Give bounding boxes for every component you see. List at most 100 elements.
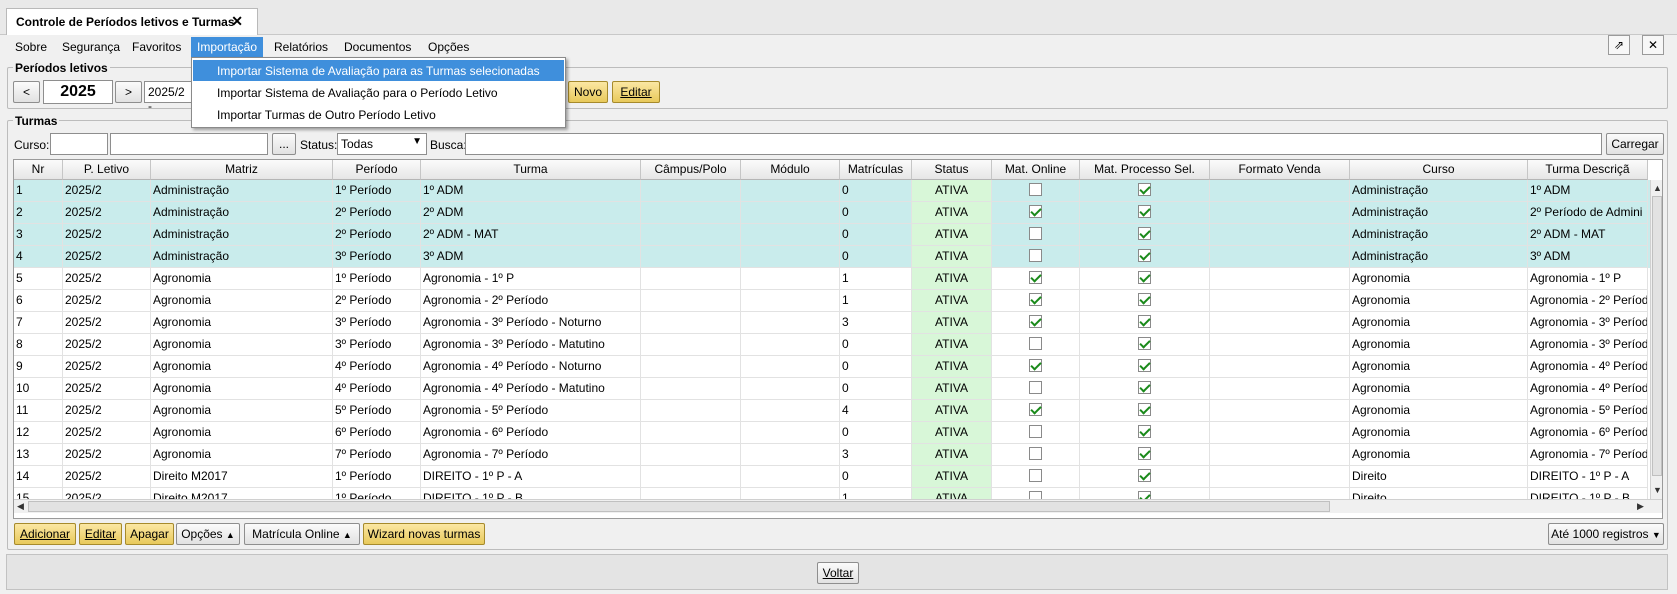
table-row[interactable]: 2 2025/2 Administração 2º Período 2º ADM 0 ATI… [14, 202, 1650, 224]
checkbox-online[interactable] [1029, 359, 1042, 373]
curso-name-input[interactable] [110, 133, 268, 155]
cell-online[interactable] [992, 422, 1080, 444]
vertical-scroll-thumb[interactable] [1652, 196, 1662, 476]
cell-online[interactable] [992, 378, 1080, 400]
checkbox-online[interactable] [1029, 315, 1042, 329]
checkbox-online[interactable] [1029, 271, 1042, 285]
checkbox-online[interactable] [1029, 205, 1042, 219]
cell-processo[interactable] [1080, 202, 1210, 224]
scroll-left-icon[interactable]: ◀ [17, 501, 24, 512]
menu-favoritos[interactable]: Favoritos [126, 37, 187, 57]
menu-sobre[interactable]: Sobre [9, 37, 53, 57]
column-header-periodo[interactable]: Período [333, 160, 421, 180]
checkbox-processo[interactable] [1138, 315, 1151, 329]
tab-controle-periodos[interactable]: Controle de Períodos letivos e Turmas ✕ [6, 8, 258, 35]
cell-online[interactable] [992, 466, 1080, 488]
adicionar-button[interactable]: Adicionar [14, 523, 76, 545]
table-row[interactable]: 13 2025/2 Agronomia 7º Período Agronomia - 7… [14, 444, 1650, 466]
cell-online[interactable] [992, 356, 1080, 378]
next-year-button[interactable]: > [115, 81, 142, 103]
cell-processo[interactable] [1080, 334, 1210, 356]
checkbox-online[interactable] [1029, 447, 1042, 461]
checkbox-online[interactable] [1029, 381, 1042, 395]
checkbox-online[interactable] [1029, 337, 1042, 351]
menu-documentos[interactable]: Documentos [338, 37, 417, 57]
cell-online[interactable] [992, 246, 1080, 268]
column-header-online[interactable]: Mat. Online [992, 160, 1080, 180]
checkbox-processo[interactable] [1138, 337, 1151, 351]
table-row[interactable]: 3 2025/2 Administração 2º Período 2º ADM - M… [14, 224, 1650, 246]
curso-code-input[interactable] [50, 133, 108, 155]
checkbox-online[interactable] [1029, 425, 1042, 439]
prev-year-button[interactable]: < [13, 81, 40, 103]
opcoes-button[interactable]: Opções ▲ [176, 523, 240, 545]
table-row[interactable]: 5 2025/2 Agronomia 1º Período Agronomia - 1º… [14, 268, 1650, 290]
editar-periodo-button[interactable]: Editar [612, 81, 660, 103]
column-header-descricao[interactable]: Turma Descriçã [1528, 160, 1648, 180]
table-row[interactable]: 12 2025/2 Agronomia 6º Período Agronomia - 6… [14, 422, 1650, 444]
menu-importacao[interactable]: Importação [191, 37, 264, 57]
cell-online[interactable] [992, 312, 1080, 334]
cell-processo[interactable] [1080, 378, 1210, 400]
table-row[interactable]: 14 2025/2 Direito M2017 1º Período DIREITO -… [14, 466, 1650, 488]
vertical-scrollbar[interactable]: ▲ ▼ [1650, 180, 1662, 499]
table-row[interactable]: 1 2025/2 Administração 1º Período 1º ADM 0 ATI… [14, 180, 1650, 202]
column-header-modulo[interactable]: Módulo [741, 160, 840, 180]
column-header-matriz[interactable]: Matriz [151, 160, 333, 180]
column-header-formato[interactable]: Formato Venda [1210, 160, 1350, 180]
cell-online[interactable] [992, 180, 1080, 202]
checkbox-processo[interactable] [1138, 469, 1151, 483]
matricula-online-button[interactable]: Matrícula Online ▲ [244, 523, 360, 545]
cell-processo[interactable] [1080, 268, 1210, 290]
checkbox-processo[interactable] [1138, 359, 1151, 373]
column-header-nr[interactable]: Nr [14, 160, 63, 180]
checkbox-processo[interactable] [1138, 227, 1151, 241]
cell-online[interactable] [992, 224, 1080, 246]
cell-processo[interactable] [1080, 444, 1210, 466]
menu-item-importar-sistema-periodo[interactable]: Importar Sistema de Avaliação para o Per… [193, 82, 564, 103]
checkbox-processo[interactable] [1138, 403, 1151, 417]
editar-turma-button[interactable]: Editar [79, 523, 122, 545]
carregar-button[interactable]: Carregar [1606, 133, 1664, 155]
checkbox-processo[interactable] [1138, 381, 1151, 395]
menu-item-importar-sistema-turmas[interactable]: Importar Sistema de Avaliação para as Tu… [193, 60, 564, 81]
menu-opcoes[interactable]: Opções [422, 37, 475, 57]
cell-processo[interactable] [1080, 466, 1210, 488]
horizontal-scroll-thumb[interactable] [28, 501, 1330, 512]
cell-processo[interactable] [1080, 356, 1210, 378]
scroll-up-icon[interactable]: ▲ [1653, 183, 1662, 193]
cell-processo[interactable] [1080, 312, 1210, 334]
cell-online[interactable] [992, 268, 1080, 290]
checkbox-online[interactable] [1029, 183, 1042, 197]
checkbox-online[interactable] [1029, 227, 1042, 241]
cell-online[interactable] [992, 334, 1080, 356]
curso-browse-button[interactable]: ... [272, 133, 296, 155]
wizard-novas-turmas-button[interactable]: Wizard novas turmas [363, 523, 485, 545]
column-header-pletivo[interactable]: P. Letivo [63, 160, 151, 180]
voltar-button[interactable]: Voltar [817, 562, 859, 584]
horizontal-scrollbar[interactable]: ◀ ▶ [14, 499, 1662, 513]
checkbox-processo[interactable] [1138, 183, 1151, 197]
novo-button[interactable]: Novo [568, 81, 608, 103]
table-row[interactable]: 8 2025/2 Agronomia 3º Período Agronomia - 3º… [14, 334, 1650, 356]
close-window-icon[interactable]: ✕ [1642, 35, 1664, 55]
scroll-down-icon[interactable]: ▼ [1653, 485, 1662, 495]
checkbox-online[interactable] [1029, 293, 1042, 307]
checkbox-processo[interactable] [1138, 425, 1151, 439]
table-row[interactable]: 9 2025/2 Agronomia 4º Período Agronomia - 4º… [14, 356, 1650, 378]
scroll-right-icon[interactable]: ▶ [1637, 501, 1644, 512]
cell-processo[interactable] [1080, 422, 1210, 444]
checkbox-online[interactable] [1029, 403, 1042, 417]
checkbox-online[interactable] [1029, 249, 1042, 263]
status-select[interactable]: Todas ▼ [337, 133, 427, 155]
cell-processo[interactable] [1080, 400, 1210, 422]
column-header-curso[interactable]: Curso [1350, 160, 1528, 180]
apagar-button[interactable]: Apagar [125, 523, 174, 545]
checkbox-processo[interactable] [1138, 249, 1151, 263]
cell-processo[interactable] [1080, 290, 1210, 312]
menu-item-importar-turmas-outro-periodo[interactable]: Importar Turmas de Outro Período Letivo [193, 104, 564, 125]
column-header-matriculas[interactable]: Matrículas [840, 160, 912, 180]
cell-online[interactable] [992, 290, 1080, 312]
popout-icon[interactable]: ⇗ [1608, 35, 1630, 55]
tab-close-icon[interactable]: ✕ [231, 13, 243, 30]
